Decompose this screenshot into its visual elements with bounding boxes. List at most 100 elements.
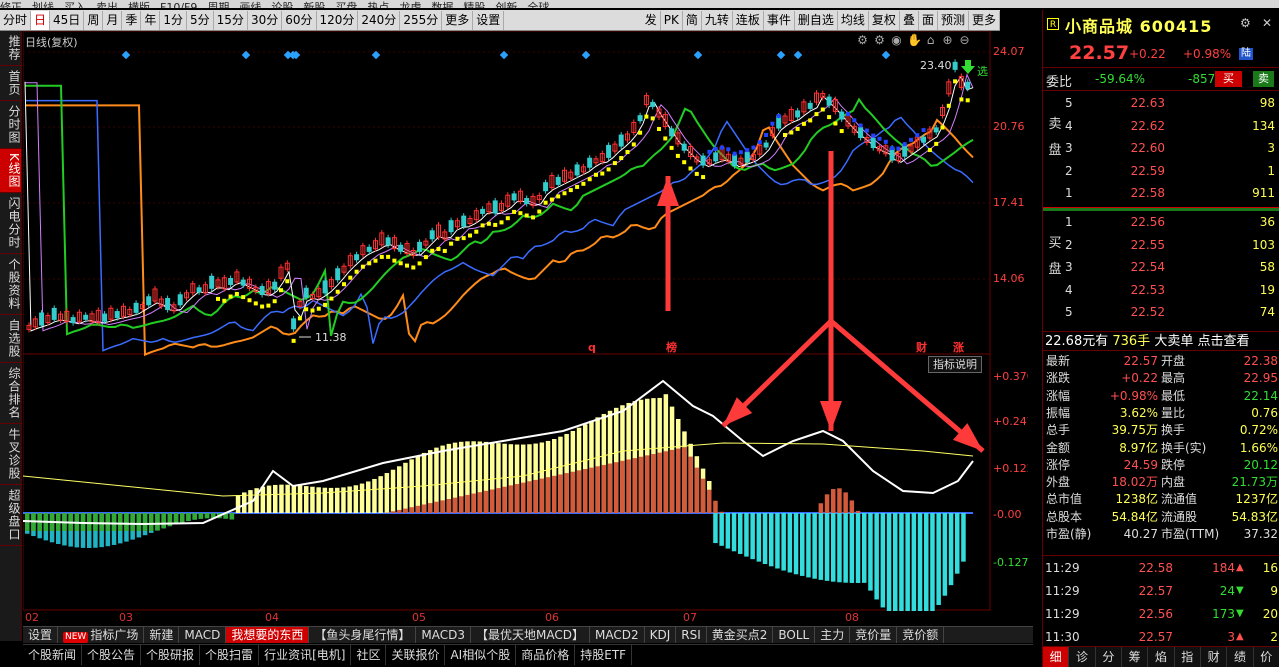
sysbar-item[interactable]: F10/F9 (160, 1, 197, 8)
nav-item[interactable]: 牛叉诊股 (0, 424, 21, 485)
quote-tab[interactable]: 绩 (1227, 647, 1254, 667)
period-tab[interactable]: 255分 (400, 10, 443, 30)
hand-icon[interactable]: ✋ (907, 34, 922, 47)
book-row[interactable]: 3 22.54 58 (1065, 260, 1278, 282)
sell-button[interactable]: 卖 (1253, 71, 1274, 87)
news-tab[interactable]: 个股新闻 (23, 645, 83, 665)
nav-item[interactable]: 自选股 (0, 315, 21, 363)
sysbar-item[interactable]: 卖出 (96, 0, 118, 8)
quote-tab[interactable]: 细 (1043, 647, 1070, 667)
nav-item[interactable]: 个股资料 (0, 254, 21, 315)
period-tab[interactable]: 30分 (248, 10, 283, 30)
vertical-scrollbar[interactable] (1028, 31, 1041, 626)
chart-area[interactable]: 11.38 23.40 选 q 榜 财 涨 日线(复权) ⚙ ⚙ ◉ ✋ ⌂ ⊕ ⊖ 指标说明 24.0… (23, 31, 1034, 611)
indicator-tab[interactable]: 黄金买点2 (707, 627, 774, 643)
indicator-tab[interactable]: 【最优天地MACD】 (471, 627, 590, 643)
book-row[interactable]: 5 22.52 74 (1065, 305, 1278, 327)
close-icon[interactable]: ✕ (1262, 16, 1272, 30)
period-tab[interactable]: 15分 (214, 10, 248, 30)
nav-item[interactable]: 闪电分时 (0, 193, 21, 254)
zoom-in-icon[interactable]: ⊕ (941, 34, 954, 47)
news-tab[interactable]: 个股扫雷 (200, 645, 260, 665)
indicator-tab[interactable]: 新建 (144, 627, 180, 643)
period-tab[interactable]: 更多 (442, 10, 474, 30)
indicator-tab[interactable]: MACD2 (590, 627, 645, 643)
news-tab[interactable]: 个股公告 (82, 645, 142, 665)
indicator-tab[interactable]: MACD (179, 627, 227, 643)
book-row[interactable]: 4 22.53 19 (1065, 283, 1278, 305)
nav-item[interactable]: 分时图 (0, 101, 21, 149)
tool-button[interactable]: PK (661, 10, 683, 30)
tool-button[interactable]: 面 (919, 10, 938, 30)
tool-button[interactable]: 事件 (764, 10, 795, 30)
tool-button[interactable]: 复权 (869, 10, 900, 30)
sysbar-item[interactable]: 买盘 (335, 0, 357, 8)
sysbar-item[interactable]: 画线 (239, 0, 261, 8)
sysbar-item[interactable]: 精股 (463, 0, 485, 8)
eye-icon[interactable]: ◉ (890, 34, 903, 47)
news-tab[interactable]: 个股研报 (141, 645, 201, 665)
period-tab[interactable]: 240分 (358, 10, 401, 30)
book-row[interactable]: 3 22.60 3 (1065, 141, 1278, 163)
nav-item[interactable]: 超级盘口 (0, 485, 21, 546)
tool-button[interactable]: 预测 (938, 10, 969, 30)
indicator-tab[interactable]: 竞价量 (850, 627, 898, 643)
indicator-tab[interactable]: KDJ (645, 627, 677, 643)
period-tab[interactable]: 季 (122, 10, 142, 30)
period-tab[interactable]: 年 (141, 10, 161, 30)
news-tab[interactable]: 行业资讯[电机] (259, 645, 352, 665)
book-row[interactable]: 2 22.55 103 (1065, 238, 1278, 260)
period-tab[interactable]: 分时 (0, 10, 32, 30)
nav-item[interactable]: K线图 (0, 149, 21, 193)
lock-icon[interactable]: ⌂ (924, 34, 937, 47)
period-tab[interactable]: 1分 (160, 10, 188, 30)
news-tab[interactable]: 关联报价 (386, 645, 446, 665)
quote-tab[interactable]: 焰 (1148, 647, 1175, 667)
indicator-tab[interactable]: 我想要的东西 (226, 627, 310, 643)
settings-icon[interactable]: ⚙ (856, 34, 869, 47)
tool-button[interactable]: 删自选 (795, 10, 838, 30)
indicator-tab[interactable]: 设置 (23, 627, 59, 643)
indicator-tab[interactable]: RSI (676, 627, 707, 643)
indicator-tab[interactable]: MACD3 (416, 627, 471, 643)
quote-tab[interactable]: 分 (1096, 647, 1122, 667)
period-tab[interactable]: 周 (84, 10, 104, 30)
book-row[interactable]: 2 22.59 1 (1065, 164, 1278, 186)
tool-button[interactable]: 连板 (733, 10, 764, 30)
book-row[interactable]: 5 22.63 98 (1065, 96, 1278, 118)
period-tab[interactable]: 日 (31, 10, 51, 30)
indicator-help-button[interactable]: 指标说明 (928, 356, 982, 373)
kline-and-indicator-chart[interactable]: 11.38 23.40 选 q 榜 财 涨 (23, 31, 991, 611)
quote-tab[interactable]: 财 (1201, 647, 1228, 667)
news-tab[interactable]: AI相似个股 (445, 645, 517, 665)
tool-button[interactable]: 更多 (969, 10, 1000, 30)
sysbar-item[interactable]: 划线 (32, 0, 54, 8)
period-tab[interactable]: 45日 (50, 10, 85, 30)
tool-button[interactable]: 简 (683, 10, 702, 30)
book-row[interactable]: 1 22.56 36 (1065, 215, 1278, 237)
gear-icon[interactable]: ⚙ (873, 34, 886, 47)
indicator-tab[interactable]: NEW 指标广场 (58, 627, 145, 643)
quote-tab[interactable]: 诊 (1069, 647, 1096, 667)
quote-tab[interactable]: 指 (1175, 647, 1201, 667)
indicator-tab[interactable]: 竞价额 (897, 627, 945, 643)
zoom-out-icon[interactable]: ⊖ (958, 34, 971, 47)
indicator-tab[interactable]: 主力 (815, 627, 851, 643)
tool-button[interactable]: 发 (642, 10, 661, 30)
sysbar-item[interactable]: 横版 (128, 0, 150, 8)
nav-item[interactable]: 综合排名 (0, 363, 21, 424)
buy-button[interactable]: 买 (1215, 71, 1242, 87)
sysbar-item[interactable]: 全球 (527, 0, 549, 8)
tool-button[interactable]: 均线 (838, 10, 869, 30)
period-tab[interactable]: 月 (103, 10, 123, 30)
news-tab[interactable]: 持股ETF (575, 645, 633, 665)
sysbar-item[interactable]: 龙虎 (399, 0, 421, 8)
nav-item[interactable]: 首页 (0, 66, 21, 101)
sysbar-item[interactable]: 新股 (303, 0, 325, 8)
sysbar-item[interactable]: 热点 (367, 0, 389, 8)
period-tab[interactable]: 120分 (317, 10, 359, 30)
big-order-summary[interactable]: 22.68元有 736手 大卖单 点击查看 (1043, 331, 1279, 351)
news-tab[interactable]: 商品价格 (516, 645, 576, 665)
quote-tab[interactable]: 筹 (1122, 647, 1149, 667)
news-tab[interactable]: 社区 (351, 645, 387, 665)
